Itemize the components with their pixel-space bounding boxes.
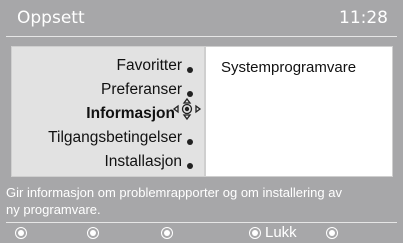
menu-title: Oppsett [17, 8, 85, 28]
remote-button-icon [326, 227, 338, 239]
menu-item-installasjon[interactable]: Installasjon [104, 150, 182, 174]
menu-item-informasjon[interactable]: Informasjon [86, 102, 175, 126]
remote-button-icon [87, 227, 99, 239]
help-text: Gir informasjon om problemrapporter og o… [6, 184, 401, 218]
detail-panel: Systemprogramvare [205, 46, 393, 177]
bullet-icon [187, 163, 193, 169]
header-bar: Oppsett 11:28 [0, 0, 403, 46]
footer-divider [6, 222, 397, 223]
close-button-icon[interactable] [249, 227, 261, 239]
remote-button-icon [15, 227, 27, 239]
close-button-label[interactable]: Lukk [265, 224, 297, 241]
bullet-icon [187, 139, 193, 145]
header-divider [6, 36, 397, 37]
clock: 11:28 [339, 8, 388, 28]
detail-item-systemprogramvare[interactable]: Systemprogramvare [221, 59, 356, 76]
help-line-2: ny programvare. [6, 202, 101, 217]
setup-screen: Oppsett 11:28 Favoritter Preferanser Inf… [0, 0, 403, 243]
bullet-icon [187, 67, 193, 73]
menu-item-tilgangsbetingelser[interactable]: Tilgangsbetingelser [48, 126, 182, 150]
footer-bar: Lukk [0, 224, 403, 243]
navigation-cross-icon [172, 97, 202, 121]
remote-button-icon [161, 227, 173, 239]
menu-item-preferanser[interactable]: Preferanser [101, 78, 182, 102]
menu-item-favoritter[interactable]: Favoritter [117, 54, 182, 78]
help-line-1: Gir informasjon om problemrapporter og o… [6, 185, 342, 200]
